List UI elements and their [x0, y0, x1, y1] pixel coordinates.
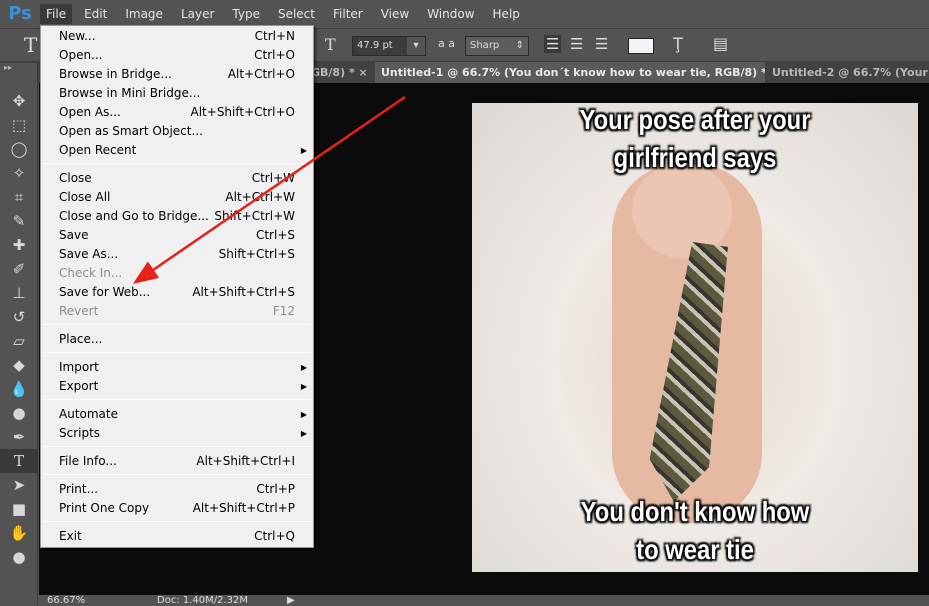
- annotation-arrow: [132, 95, 406, 284]
- red-arrow: [132, 95, 406, 284]
